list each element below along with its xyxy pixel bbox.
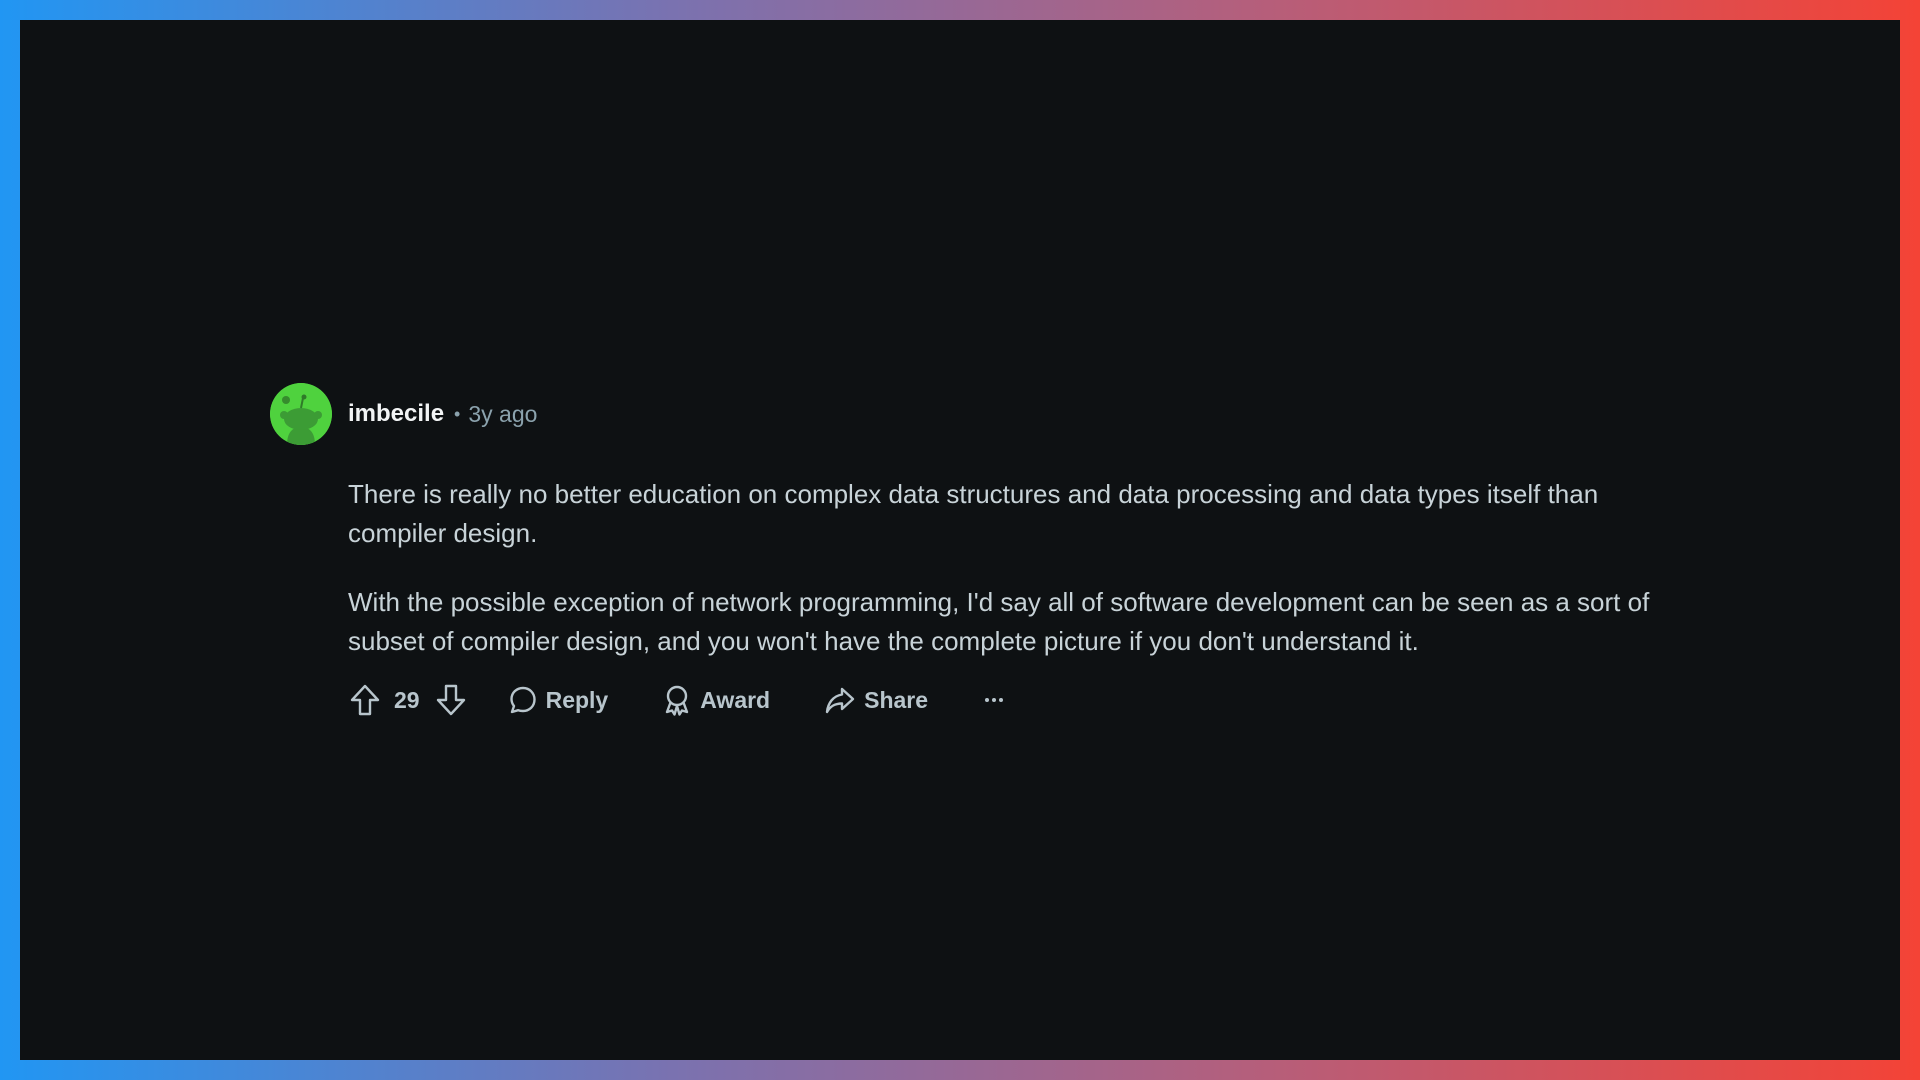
downvote-icon (436, 684, 465, 716)
comment-paragraph: There is really no better education on c… (348, 479, 1599, 548)
more-options-icon (984, 698, 1005, 702)
share-button[interactable]: Share (824, 685, 928, 715)
upvote-button[interactable] (348, 683, 382, 717)
window-frame: imbecile • 3y ago There is really no bet… (20, 20, 1900, 1060)
share-label: Share (864, 686, 929, 713)
meta-separator: • (454, 403, 461, 424)
reply-label: Reply (545, 686, 609, 713)
award-ribbon-icon (666, 685, 689, 716)
comment-bubble-icon (509, 686, 536, 714)
comment-age[interactable]: 3y ago (468, 401, 537, 428)
vote-score: 29 (394, 686, 420, 713)
upvote-icon (350, 684, 380, 716)
award-label: Award (700, 686, 771, 713)
reply-button[interactable]: Reply (508, 685, 609, 715)
more-options-button[interactable] (980, 686, 1008, 714)
comment-meta: imbecile • 3y ago (348, 396, 537, 432)
author-name[interactable]: imbecile (348, 400, 444, 428)
downvote-button[interactable] (434, 683, 468, 717)
avatar[interactable] (270, 383, 332, 445)
comment-body: There is really no better education on c… (348, 475, 1678, 660)
comment-paragraph: With the possible exception of network p… (348, 587, 1650, 656)
comment-actions: 29 Reply Award Share (348, 680, 1008, 720)
snoo-avatar-icon (270, 383, 332, 445)
share-arrow-icon (825, 687, 855, 714)
award-button[interactable]: Award (662, 684, 770, 716)
